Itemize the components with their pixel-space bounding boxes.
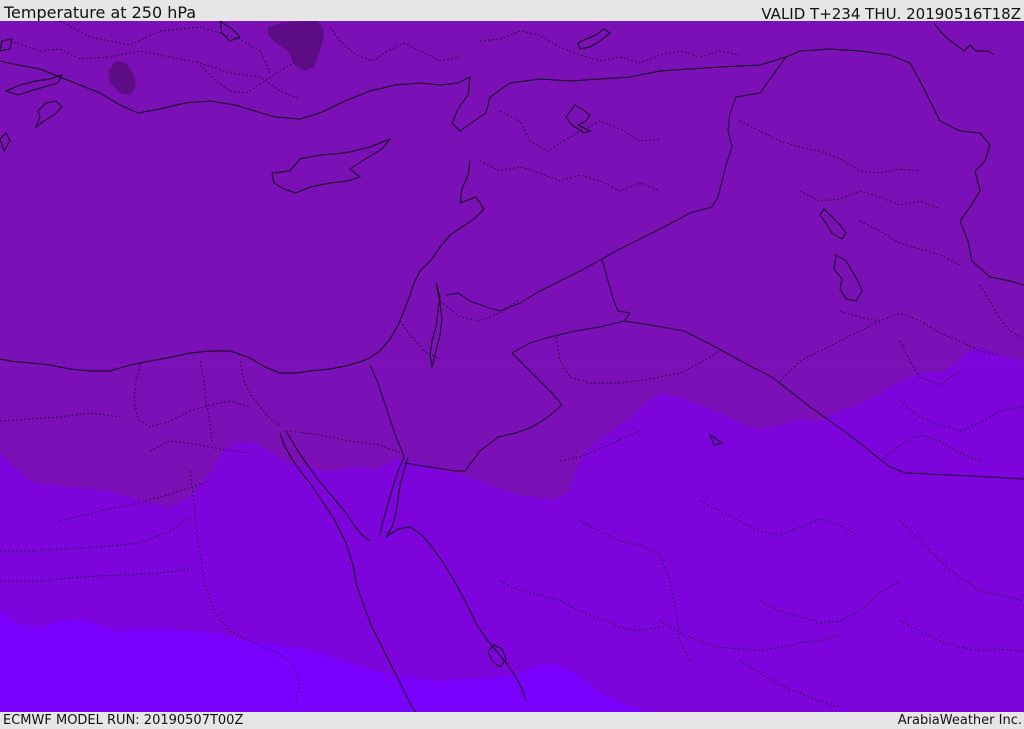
temperature-map	[0, 21, 1024, 712]
map-panel[interactable]	[0, 21, 1024, 712]
credit-label: ArabiaWeather Inc.	[897, 713, 1022, 728]
map-title: Temperature at 250 hPa	[4, 3, 197, 22]
footer-bar: ECMWF MODEL RUN: 20190507T00Z ArabiaWeat…	[0, 712, 1024, 729]
header-bar: Temperature at 250 hPa VALID T+234 THU. …	[0, 0, 1024, 23]
model-run-label: ECMWF MODEL RUN: 20190507T00Z	[3, 713, 244, 728]
